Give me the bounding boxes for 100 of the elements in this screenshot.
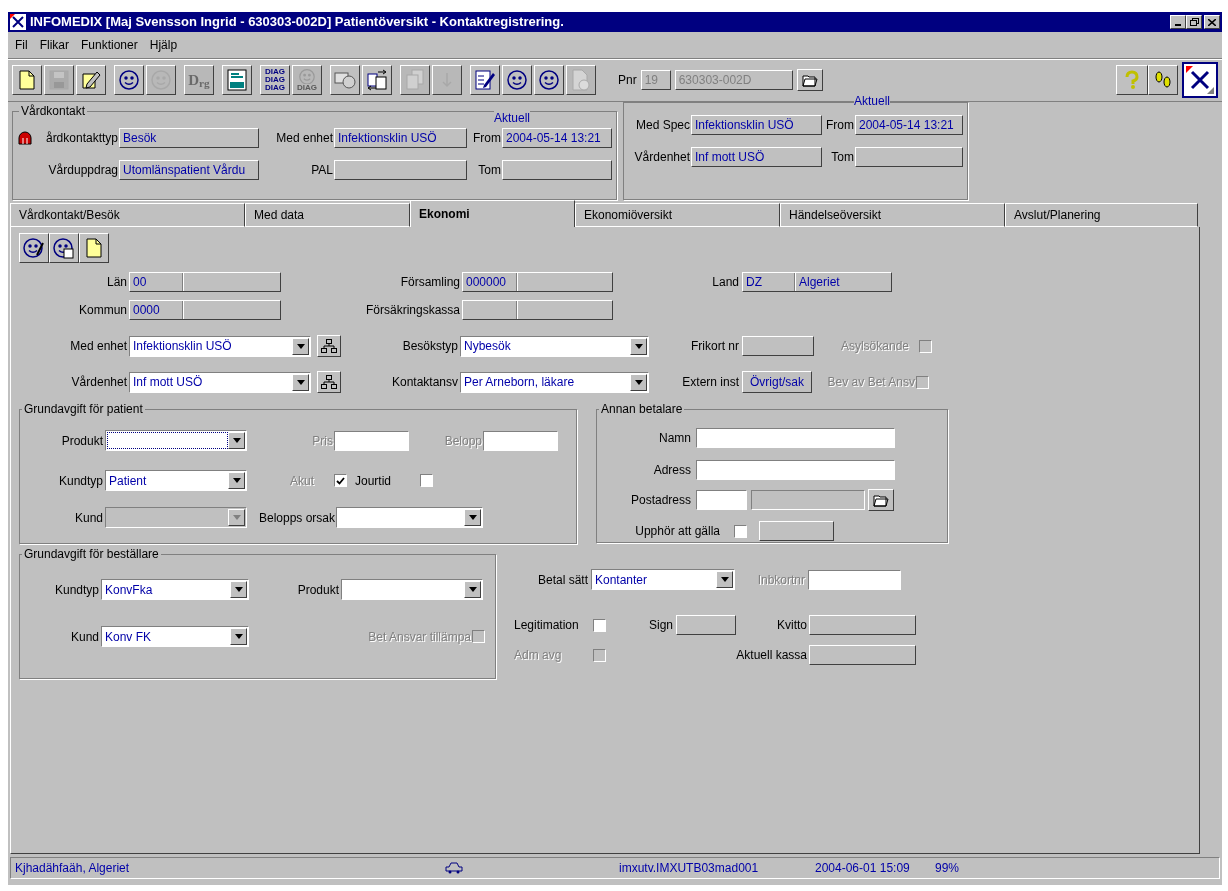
field-label: Aktuell kassa [736,647,807,664]
dropdown[interactable]: Inf mott USÖ [129,371,311,393]
tree-button[interactable] [317,371,341,393]
forsakringskassa-field[interactable] [462,300,613,320]
caret-icon [234,587,243,592]
checkbox[interactable] [334,474,347,487]
field-label: Med enhet [70,338,127,355]
tab[interactable]: Ekonomi [410,200,575,227]
dropdown[interactable]: Nybesök [460,335,649,357]
kommun-field[interactable]: 0000 [129,300,281,320]
menu-item[interactable]: Flikar [38,36,70,54]
toolbar-button[interactable] [79,233,109,263]
forsamling-field[interactable]: 000000 [462,272,613,292]
name-field[interactable] [696,428,895,448]
dropdown[interactable]: Konv FK [101,626,249,647]
person-document-icon [52,237,76,259]
extern-inst-button[interactable]: Övrigt/sak [742,371,812,393]
value-field[interactable] [502,160,612,180]
dropdown[interactable]: Kontanter [591,569,735,590]
date-field[interactable] [759,521,834,541]
status-text: Kjhadähfaäh, Algeriet [15,860,131,877]
receipt-field[interactable] [809,615,916,635]
field-label: From [473,130,501,147]
value-field[interactable]: Utomlänspatient Vårdu [119,160,259,180]
checkbox[interactable] [593,618,606,632]
checkbox[interactable] [420,474,433,487]
value-field[interactable]: Besök [119,128,259,148]
dropdown[interactable]: Per Arneborn, läkare [460,371,649,393]
footprints-button[interactable] [1148,65,1178,95]
frikort-field[interactable] [742,336,814,356]
status-text: 99% [935,860,960,877]
dropdown[interactable]: KonvFka [101,579,249,600]
close-button[interactable] [1204,15,1220,29]
tab[interactable]: Händelseöversikt [780,203,1005,227]
dropdown[interactable]: Patient [105,470,247,491]
field-label: Extern inst [682,374,739,391]
caret-icon [234,634,243,639]
price-field[interactable] [334,430,409,451]
toolbar-button[interactable] [222,65,252,95]
cash-register-field[interactable] [809,645,916,665]
field-label: Frikort nr [691,338,739,355]
caret-icon [232,438,241,443]
menu-item[interactable]: Fil [14,36,29,54]
face-icon [506,69,528,91]
field-label: From [826,117,854,134]
sign-field[interactable] [676,615,736,635]
toolbar-button[interactable] [534,65,564,95]
tab[interactable]: Vårdkontakt/Besök [10,203,245,227]
minimize-button[interactable] [1170,15,1186,29]
tab[interactable]: Ekonomiöversikt [575,203,780,227]
menu-item[interactable]: Funktioner [80,36,139,54]
field-label: Upphör att gälla [635,523,720,540]
land-field[interactable]: DZ Algeriet [742,272,892,292]
toolbar-button[interactable] [12,65,42,95]
help-button[interactable] [1116,65,1148,95]
toolbar-button[interactable] [330,65,360,95]
card-coin-icon [334,70,356,90]
field-label: PAL [311,162,333,179]
field-label: Produkt [297,581,339,599]
restore-icon [1189,18,1199,26]
toolbar-button[interactable] [470,65,500,95]
app-logo-button[interactable] [1182,62,1218,98]
folder-button[interactable] [796,69,823,91]
caret-icon [634,379,643,385]
value-field[interactable] [334,160,467,180]
field-label: Bet Ansvar tillämpa [368,628,471,646]
tab[interactable]: Med data [245,203,410,227]
value-field[interactable]: Infektionsklin USÖ [691,115,822,135]
amount-field[interactable] [483,430,558,451]
value-field[interactable]: 2004-05-14 13:21 [502,128,612,148]
caret-icon [232,478,241,483]
address-field[interactable] [696,460,895,480]
dropdown[interactable] [105,430,247,451]
value-field[interactable]: Inf mott USÖ [691,147,822,167]
toolbar-button[interactable] [114,65,144,95]
new-document-icon [19,70,35,90]
lan-field[interactable]: 00 [129,272,281,292]
value-field[interactable]: 2004-05-14 13:21 [855,115,963,135]
value-field[interactable] [855,147,963,167]
toolbar-button[interactable] [76,65,106,95]
dropdown[interactable]: Infektionsklin USÖ [129,335,311,357]
toolbar-button[interactable] [19,233,49,263]
field-label: Inbkortnr [757,571,805,589]
checkbox[interactable] [734,524,747,538]
city-field[interactable] [751,490,865,510]
folder-button[interactable] [868,489,894,511]
maximize-button[interactable] [1186,15,1202,29]
field-label: Jourtid [355,472,392,490]
toolbar-button[interactable] [49,233,79,263]
window-title: INFOMEDIX [Maj Svensson Ingrid - 630303-002D] Patientöversikt - Kontaktregistrering. [30,13,565,32]
field-label: Produkt [61,432,103,450]
caret-icon [720,577,729,582]
tree-button[interactable] [317,335,341,357]
menu-item[interactable]: Hjälp [148,36,179,54]
toolbar-button[interactable] [502,65,532,95]
toolbar-button[interactable] [362,65,392,95]
tab[interactable]: Avslut/Planering [1005,203,1198,227]
value-field[interactable]: Infektionsklin USÖ [334,128,467,148]
card-number-field[interactable] [808,569,901,590]
postcode-field[interactable] [696,490,747,510]
